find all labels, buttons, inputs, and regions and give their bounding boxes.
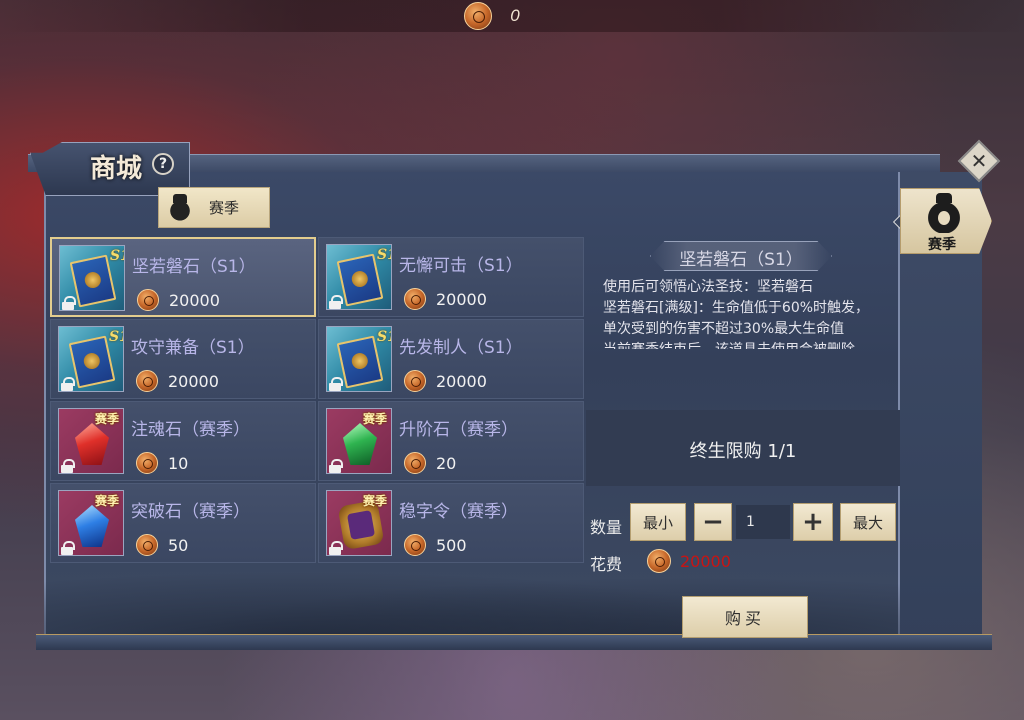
coin-icon: [404, 534, 426, 556]
detail-title: 坚若磐石（S1）: [679, 250, 803, 270]
shop-item[interactable]: S1 无懈可击（S1） 20000: [318, 237, 584, 317]
purchase-limit: 终生限购 1/1: [689, 441, 797, 462]
season-bag-icon: [927, 193, 961, 233]
shop-item[interactable]: 赛季 升阶石（赛季） 20: [318, 401, 584, 481]
side-tab-season-label: 赛季: [928, 237, 956, 253]
item-price: 20: [436, 454, 457, 473]
skill-book-icon: S1: [326, 326, 392, 392]
bag-icon: [167, 193, 193, 222]
coin-icon: [137, 289, 159, 311]
item-name: 先发制人（S1）: [399, 338, 523, 358]
item-price: 20000: [436, 372, 487, 391]
min-quantity-button[interactable]: 最小: [630, 503, 686, 541]
coin-icon: [136, 534, 158, 556]
quantity-input[interactable]: [736, 505, 790, 539]
shop-item[interactable]: S1 先发制人（S1） 20000: [318, 319, 584, 399]
coin-icon: [136, 452, 158, 474]
skill-book-icon: S1: [59, 245, 125, 311]
detail-line: 坚若磐石[满级]：生命值低于60%时触发，: [603, 300, 870, 316]
lock-icon: [62, 296, 76, 310]
detail-line: 单次受到的伤害不超过30%最大生命值: [603, 321, 845, 337]
emerald-gem-icon: 赛季: [326, 408, 392, 474]
currency-bar: 0: [0, 0, 1024, 32]
skill-book-icon: S1: [58, 326, 124, 392]
detail-line: 当前赛季结束后，该道具未使用会被删除: [603, 340, 883, 349]
item-price: 20000: [168, 372, 219, 391]
sapphire-gem-icon: 赛季: [58, 490, 124, 556]
tab-season[interactable]: 赛季: [158, 187, 270, 228]
close-icon: ✕: [970, 149, 988, 173]
item-price: 10: [168, 454, 189, 473]
tab-season-label: 赛季: [209, 199, 240, 217]
coin-icon: [404, 288, 426, 310]
max-quantity-button[interactable]: 最大: [840, 503, 896, 541]
shop-item[interactable]: S1 坚若磐石（S1） 20000: [50, 237, 316, 317]
lock-icon: [329, 377, 343, 391]
coin-icon: [404, 370, 426, 392]
item-price: 20000: [169, 291, 220, 310]
item-name: 稳字令（赛季）: [399, 502, 518, 522]
lock-icon: [329, 541, 343, 555]
detail-description: 使用后可领悟心法圣技：坚若磐石 坚若磐石[满级]：生命值低于60%时触发， 单次…: [603, 277, 883, 349]
ruby-gem-icon: 赛季: [58, 408, 124, 474]
lock-icon: [329, 459, 343, 473]
buy-button[interactable]: 购买: [682, 596, 808, 638]
shop-item[interactable]: S1 攻守兼备（S1） 20000: [50, 319, 316, 399]
lock-icon: [61, 541, 75, 555]
help-icon[interactable]: ?: [152, 153, 174, 175]
skill-book-icon: S1: [326, 244, 392, 310]
coin-icon: [136, 370, 158, 392]
item-name: 坚若磐石（S1）: [132, 257, 256, 277]
increase-button[interactable]: +: [793, 503, 833, 541]
item-price: 50: [168, 536, 189, 555]
page-title: 商城: [90, 154, 143, 184]
token-icon: 赛季: [326, 490, 392, 556]
item-price: 20000: [436, 290, 487, 309]
coin-icon: [464, 2, 493, 30]
lock-icon: [61, 459, 75, 473]
shop-item[interactable]: 赛季 突破石（赛季） 50: [50, 483, 316, 563]
cost-label: 花费: [590, 555, 623, 574]
coin-icon: [404, 452, 426, 474]
item-name: 突破石（赛季）: [131, 502, 250, 522]
quantity-label: 数量: [590, 518, 623, 537]
item-name: 注魂石（赛季）: [131, 420, 250, 440]
shop-item[interactable]: 赛季 注魂石（赛季） 10: [50, 401, 316, 481]
coin-icon: [647, 549, 671, 573]
item-name: 攻守兼备（S1）: [131, 338, 255, 358]
lock-icon: [61, 377, 75, 391]
cost-value: 20000: [680, 552, 731, 571]
item-grid: S1 坚若磐石（S1） 20000 S1 无懈可击（S1） 20000 S1 攻…: [50, 237, 584, 563]
shop-item[interactable]: 赛季 稳字令（赛季） 500: [318, 483, 584, 563]
lock-icon: [329, 295, 343, 309]
decrease-button[interactable]: −: [694, 503, 732, 541]
detail-line: 使用后可领悟心法圣技：坚若磐石: [603, 279, 813, 295]
item-name: 升阶石（赛季）: [399, 420, 518, 440]
currency-value: 0: [510, 6, 520, 25]
item-name: 无懈可击（S1）: [399, 256, 523, 276]
item-price: 500: [436, 536, 467, 555]
panel-bottom-border: [36, 634, 992, 650]
